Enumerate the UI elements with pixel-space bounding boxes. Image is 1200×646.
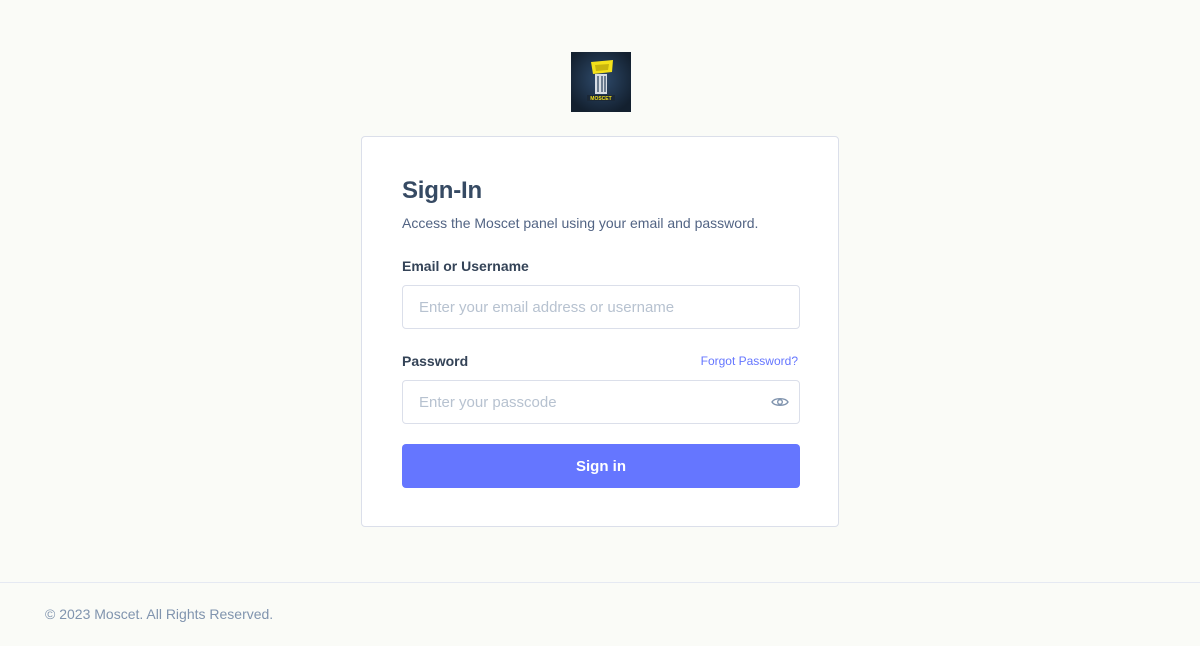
password-label: Password bbox=[402, 353, 469, 369]
footer: © 2023 Moscet. All Rights Reserved. bbox=[0, 582, 1200, 646]
sign-in-button[interactable]: Sign in bbox=[402, 444, 800, 488]
signin-card: Sign-In Access the Moscet panel using yo… bbox=[361, 136, 839, 527]
page-title: Sign-In bbox=[402, 177, 482, 204]
copyright-text: © 2023 Moscet. All Rights Reserved. bbox=[45, 606, 274, 622]
forgot-password-link[interactable]: Forgot Password? bbox=[701, 354, 798, 368]
email-field[interactable] bbox=[402, 285, 800, 329]
brand-logo[interactable]: MOSCET bbox=[571, 52, 631, 112]
email-label: Email or Username bbox=[402, 258, 529, 274]
eye-icon[interactable] bbox=[770, 393, 790, 411]
logo-wordmark: MOSCET bbox=[590, 96, 611, 102]
password-field[interactable] bbox=[402, 380, 800, 424]
moscet-logo-icon: MOSCET bbox=[571, 52, 631, 112]
signin-subtitle: Access the Moscet panel using your email… bbox=[402, 215, 759, 231]
